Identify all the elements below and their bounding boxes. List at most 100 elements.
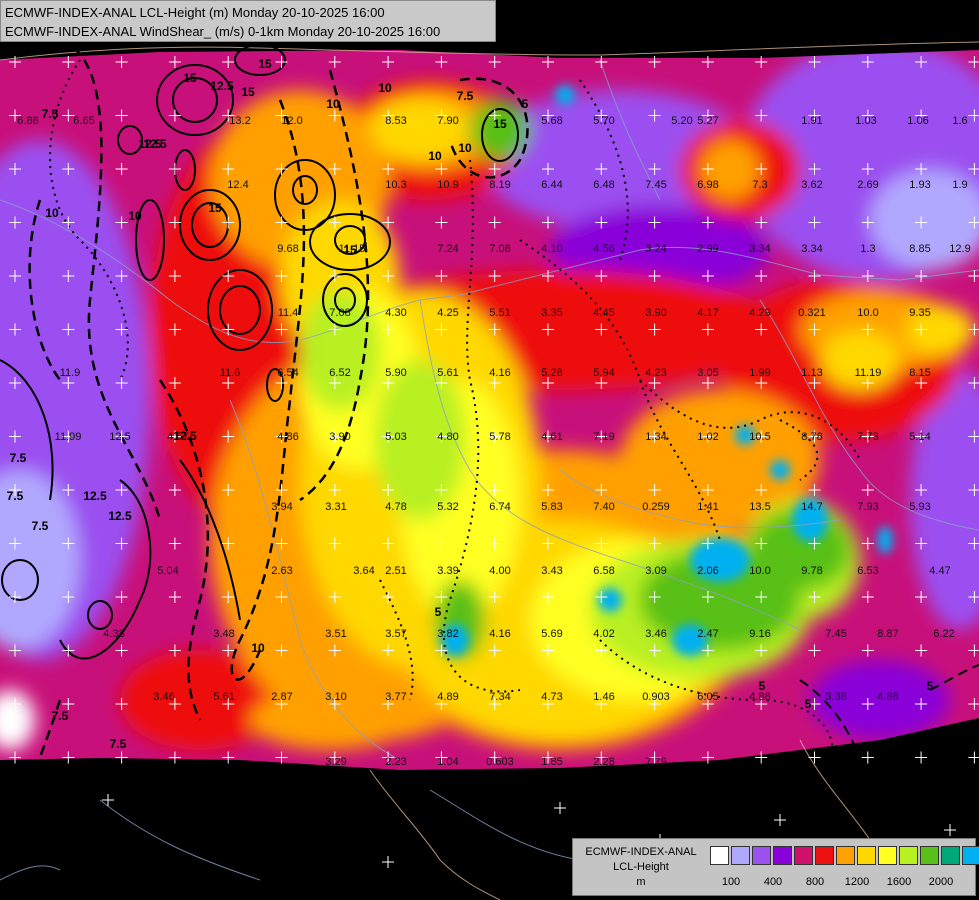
contour-label: 10 [378,81,392,95]
map-value-label: 5.04 [157,565,178,577]
map-value-label: 4.80 [437,431,458,443]
legend-unit: m [636,876,646,888]
map-value-label: 4.47 [929,565,950,577]
map-value-label: 0.259 [642,501,670,513]
map-value-label: 6.05 [697,691,718,703]
map-value-label: 5.20 [671,115,692,127]
contour-label: 7.5 [457,89,474,103]
legend-swatch [920,846,939,865]
legend-swatch [752,846,771,865]
map-value-label: 12.0 [281,115,302,127]
map-value-label: 5.70 [593,115,614,127]
legend-swatch [731,846,750,865]
map-value-label: 3.51 [325,628,346,640]
legend-tick-label: 1200 [844,876,870,888]
contour-label: 5 [805,697,812,711]
map-value-label: 2.63 [271,565,292,577]
map-value-label: 1.85 [541,756,562,768]
map-value-label: 3.34 [749,243,770,255]
map-value-label: 6.58 [593,565,614,577]
contour-label: 15 [343,243,357,257]
legend-tick-label: 800 [805,876,825,888]
map-value-label: 3.35 [541,307,562,319]
map-value-label: 3.09 [645,565,666,577]
map-value-label: 9.35 [909,307,930,319]
map-value-label: 4.16 [489,628,510,640]
map-value-label: 1.99 [749,367,770,379]
map-value-label: 3.05 [697,367,718,379]
map-value-label: 1.13 [801,367,822,379]
map-value-label: 1.41 [697,501,718,513]
map-value-label: 4.10 [541,243,562,255]
contour-label: 12.5 [173,429,197,443]
legend-swatch [941,846,960,865]
map-value-label: 2.69 [857,179,878,191]
map-value-label: 4.29 [749,307,770,319]
legend-swatch [962,846,979,865]
map-value-label: 7.93 [857,501,878,513]
map-value-label: 1.9 [952,179,967,191]
map-value-label: 3.46 [645,628,666,640]
map-value-label: 7.45 [645,179,666,191]
contour-label: 12.5 [108,509,132,523]
map-value-label: 5.69 [541,628,562,640]
legend-swatch [857,846,876,865]
map-value-label: 3.90 [645,307,666,319]
map-value-label: 2.06 [697,565,718,577]
map-value-label: 8.15 [909,367,930,379]
contour-label: 5 [927,679,934,693]
contour-label: 15 [241,85,255,99]
map-value-label: 5.68 [541,115,562,127]
map-value-label: 7.73 [857,431,878,443]
map-value-label: 1.6 [952,115,967,127]
map-value-label: 4.02 [593,628,614,640]
map-value-label: 9.78 [801,565,822,577]
map-value-label: 10.0 [857,307,878,319]
map-value-label: 12.9 [949,243,970,255]
map-value-label: 3.24 [645,243,666,255]
legend-swatch [710,846,729,865]
contour-label: 15 [208,201,222,215]
contour-label: 5 [522,97,529,111]
map-value-label: 9.16 [749,628,770,640]
map-value-label: 4.25 [437,307,458,319]
map-value-label: 6.74 [489,501,510,513]
legend-tick-label: 1600 [886,876,912,888]
contour-label: 12.5 [143,137,167,151]
map-value-label: 12.4 [227,179,248,191]
map-value-label: 1.02 [697,431,718,443]
map-value-label: 6.22 [933,628,954,640]
contour-label: 12.5 [83,489,107,503]
map-value-label: 8.87 [877,628,898,640]
map-value-label: 5.32 [437,501,458,513]
map-value-label: 5.90 [385,367,406,379]
map-value-label: 14.7 [801,501,822,513]
legend-tick-label: 400 [763,876,783,888]
map-value-label: 3.29 [325,756,346,768]
map-value-label: 1.34 [645,431,666,443]
legend-swatch [878,846,897,865]
contour-label: 10 [251,641,265,655]
map-value-label: 1.3 [860,243,875,255]
map-value-label: 5.27 [697,115,718,127]
map-value-label: 5.03 [385,431,406,443]
map-value-label: 4.89 [437,691,458,703]
map-value-label: 0.903 [642,691,670,703]
map-value-label: 9.68 [277,243,298,255]
contour-label: 10 [45,206,59,220]
legend-swatches [710,846,979,865]
map-value-label: 3.48 [213,628,234,640]
map-value-label: 10.0 [749,565,770,577]
map-value-label: 7.3 [752,179,767,191]
map-value-label: 3.64 [353,565,374,577]
map-value-label: 4.45 [593,307,614,319]
map-value-label: 3.39 [437,565,458,577]
map-value-label: 4.73 [541,691,562,703]
map-value-label: 11.19 [855,367,882,379]
contour-label: 7.5 [10,451,27,465]
map-viewer: 6.88 6.65 13.2 12.0 8.53 7.90 5.68 5.70 5.20 5.27… [0,0,979,900]
map-value-label: 5.61 [437,367,458,379]
legend-swatch [794,846,813,865]
color-legend: ECMWF-INDEX-ANAL LCL-Height m 100 400 800 1… [572,838,979,896]
contour-label: 10 [128,209,142,223]
